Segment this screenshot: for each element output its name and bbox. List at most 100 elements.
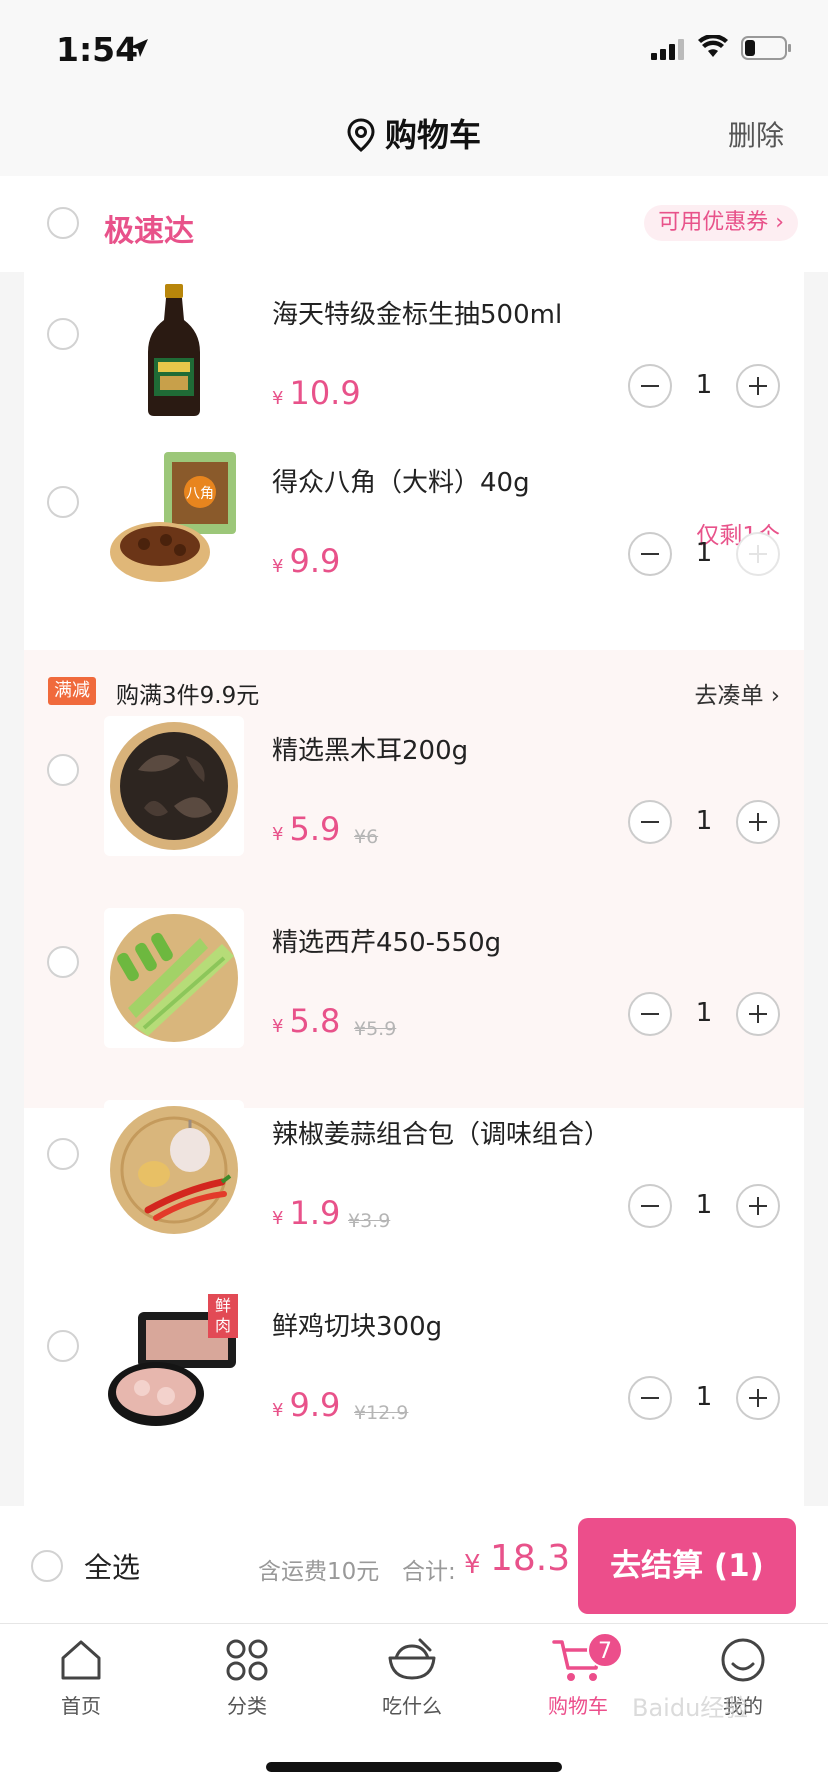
total-currency: ¥ (464, 1550, 481, 1580)
home-icon (61, 1640, 101, 1680)
tab-label: 首页 (61, 1694, 101, 1718)
watermark: Baidu经验 (632, 1694, 749, 1722)
item-select-radio[interactable] (47, 1330, 79, 1362)
item-name: 辣椒姜蒜组合包（调味组合） (272, 1120, 611, 1150)
decrement-button[interactable] (628, 364, 672, 408)
fresh-meat-label: 鲜肉 (214, 1296, 231, 1335)
tab-cart[interactable]: 7 购物车 (523, 1632, 633, 1736)
decrement-button[interactable] (628, 992, 672, 1036)
checkout-button[interactable]: 去结算 (1) (578, 1518, 796, 1614)
wifi-icon (698, 35, 728, 57)
celery-icon (104, 908, 244, 1048)
store-name: 极速达 (104, 214, 194, 249)
tab-home[interactable]: 首页 (26, 1636, 136, 1736)
cart-item[interactable]: 八角 得众八角（大料）40g 仅剩1个 ¥9.9 1 (24, 440, 804, 632)
item-name: 海天特级金标生抽500ml (272, 300, 563, 330)
item-original-price: ¥6 (354, 826, 379, 848)
item-select-radio[interactable] (47, 946, 79, 978)
quantity-stepper: 1 (628, 1376, 780, 1422)
increment-button[interactable] (736, 1184, 780, 1228)
item-price: ¥10.9 (272, 374, 361, 412)
cart-list: 海天特级金标生抽500ml ¥10.9 1 八角 得众八角（大料）40g 仅剩1… (24, 272, 804, 1506)
product-image-celery[interactable] (104, 908, 244, 1048)
soy-sauce-bottle-icon (104, 280, 244, 420)
quantity-stepper: 1 (628, 364, 780, 410)
cart-item[interactable]: 辣椒姜蒜组合包（调味组合） ¥1.9 ¥3.9 1 (24, 1092, 804, 1284)
status-time: 1:54 (56, 30, 139, 69)
quantity-value: 1 (695, 1190, 713, 1220)
item-name: 精选黑木耳200g (272, 736, 469, 766)
bowl-icon (388, 1638, 436, 1680)
item-original-price: ¥12.9 (354, 1402, 409, 1424)
increment-button-disabled[interactable] (736, 532, 780, 576)
quantity-value: 1 (695, 370, 713, 400)
select-all-label[interactable]: 全选 (84, 1546, 140, 1586)
quantity-value: 1 (695, 1382, 713, 1412)
page-title-text: 购物车 (384, 116, 481, 154)
decrement-button[interactable] (628, 532, 672, 576)
quantity-value: 1 (695, 998, 713, 1028)
quantity-stepper: 1 (628, 1184, 780, 1230)
quantity-value: 1 (695, 806, 713, 836)
promo-text: 购满3件9.9元 (116, 683, 260, 709)
product-image-black-fungus[interactable] (104, 716, 244, 856)
store-select-radio[interactable] (47, 207, 79, 239)
increment-button[interactable] (736, 1376, 780, 1420)
item-original-price: ¥3.9 (348, 1210, 391, 1232)
decrement-button[interactable] (628, 1376, 672, 1420)
battery-icon (741, 36, 791, 60)
product-image-chicken[interactable]: 鲜肉 (104, 1292, 244, 1432)
product-image-soy-sauce[interactable] (104, 280, 244, 420)
increment-button[interactable] (736, 800, 780, 844)
quantity-value: 1 (695, 538, 713, 568)
chili-ginger-garlic-icon (104, 1100, 244, 1240)
item-select-radio[interactable] (47, 754, 79, 786)
store-header: 极速达 可用优惠券 › (0, 176, 828, 272)
decrement-button[interactable] (628, 800, 672, 844)
black-fungus-icon (104, 716, 244, 856)
item-price: ¥5.9 (272, 810, 341, 848)
location-pin-icon[interactable] (347, 118, 375, 152)
tab-label: 购物车 (548, 1694, 608, 1718)
promo-tag: 满减 (48, 677, 96, 705)
select-all-radio[interactable] (31, 1550, 63, 1582)
total-amount: 18.3 (490, 1538, 571, 1579)
home-indicator (266, 1762, 562, 1772)
quantity-stepper: 1 (628, 532, 780, 578)
product-image-star-anise[interactable]: 八角 (104, 448, 244, 588)
item-price: ¥1.9 (272, 1194, 341, 1232)
grid-icon (226, 1639, 268, 1681)
svg-text:八角: 八角 (186, 486, 214, 502)
decrement-button[interactable] (628, 1184, 672, 1228)
cellular-signal-icon (651, 39, 684, 60)
cart-item[interactable]: 精选西芹450-550g ¥5.8 ¥5.9 1 (24, 900, 804, 1092)
nav-bar: 购物车 删除 (0, 92, 828, 176)
coupon-button[interactable]: 可用优惠券 › (644, 205, 798, 241)
increment-button[interactable] (736, 364, 780, 408)
add-more-link[interactable]: 去凑单 › (694, 676, 780, 710)
smile-icon (721, 1638, 765, 1682)
increment-button[interactable] (736, 992, 780, 1036)
quantity-stepper: 1 (628, 992, 780, 1038)
shipping-fee-note: 含运费10元 (258, 1559, 380, 1585)
product-image-chili-ginger-garlic[interactable] (104, 1100, 244, 1240)
item-select-radio[interactable] (47, 486, 79, 518)
cart-item[interactable]: 海天特级金标生抽500ml ¥10.9 1 (24, 272, 804, 464)
location-arrow-icon (130, 39, 148, 57)
item-name: 得众八角（大料）40g (272, 468, 530, 498)
quantity-stepper: 1 (628, 800, 780, 846)
page-title: 购物车 (0, 110, 828, 156)
cart-item[interactable]: 鲜肉 鲜鸡切块300g ¥9.9 ¥12.9 1 (24, 1284, 804, 1476)
tab-label: 吃什么 (382, 1694, 442, 1718)
tab-label: 分类 (227, 1694, 267, 1718)
item-select-radio[interactable] (47, 1138, 79, 1170)
cart-item[interactable]: 精选黑木耳200g ¥5.9 ¥6 1 (24, 708, 804, 900)
item-price: ¥9.9 (272, 542, 341, 580)
tab-what-to-eat[interactable]: 吃什么 (357, 1636, 467, 1736)
delete-button[interactable]: 删除 (728, 114, 784, 154)
tab-category[interactable]: 分类 (192, 1636, 302, 1736)
item-price: ¥5.8 (272, 1002, 341, 1040)
status-bar: 1:54 (0, 0, 828, 92)
checkout-bar: 全选 含运费10元 合计: ¥ 18.3 去结算 (1) (0, 1506, 828, 1624)
item-select-radio[interactable] (47, 318, 79, 350)
